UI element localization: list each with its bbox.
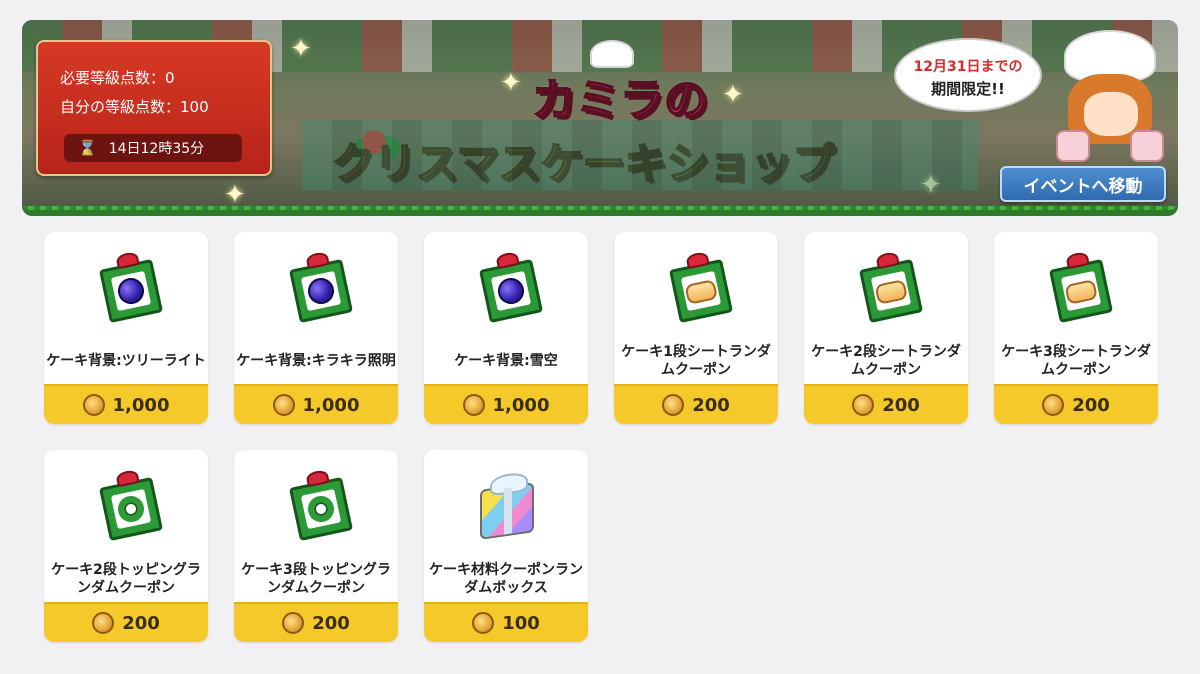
coupon-cake-icon [668, 250, 734, 324]
coin-icon [282, 612, 305, 634]
coin-icon [852, 394, 875, 416]
coin-icon [462, 394, 485, 416]
item-price: 1,000 [492, 394, 550, 416]
limited-time-bubble: 12月31日までの 期間限定!! [894, 38, 1042, 112]
price-bar: 200 [614, 384, 778, 424]
item-name: ケーキ背景:キラキラ照明 [236, 353, 396, 369]
holly-icon [362, 130, 386, 154]
shop-item-card[interactable]: ケーキ背景:雪空 1,000 [424, 232, 588, 424]
item-name: ケーキ3段シートランダムクーポン [1001, 344, 1151, 378]
price-bar: 200 [804, 384, 968, 424]
go-to-event-button[interactable]: イベントへ移動 [1000, 166, 1166, 202]
coupon-wreath-icon [288, 468, 354, 542]
coin-icon [472, 612, 495, 634]
coupon-orb-icon [288, 250, 354, 324]
sparkle-icon: ✦ [920, 170, 942, 200]
gift-box-icon [480, 482, 534, 540]
shop-item-card[interactable]: ケーキ3段シートランダムクーポン 200 [994, 232, 1158, 424]
price-bar: 200 [44, 602, 208, 642]
item-name: ケーキ1段シートランダムクーポン [621, 344, 771, 378]
item-price: 200 [882, 394, 920, 416]
banner-title: カミラの クリスマスケーキショップ [322, 40, 902, 200]
price-bar: 200 [994, 384, 1158, 424]
hourglass-icon: ⌛ [78, 139, 97, 157]
coin-icon [82, 394, 105, 416]
camilla-character-illustration [1050, 30, 1170, 180]
timer-text: 14日12時35分 [108, 141, 205, 157]
shop-item-card[interactable]: ケーキ背景:キラキラ照明 1,000 [234, 232, 398, 424]
item-price: 200 [692, 394, 730, 416]
countdown-timer: ⌛ 14日12時35分 [64, 134, 242, 162]
item-price: 200 [312, 612, 350, 634]
shop-item-card[interactable]: ケーキ材料クーポンランダムボックス 100 [424, 450, 588, 642]
price-bar: 1,000 [234, 384, 398, 424]
shop-item-card[interactable]: ケーキ2段トッピングランダムクーポン 200 [44, 450, 208, 642]
price-bar: 1,000 [44, 384, 208, 424]
limited-label-text: 期間限定!! [931, 80, 1005, 98]
shop-item-card[interactable]: ケーキ3段トッピングランダムクーポン 200 [234, 450, 398, 642]
sparkle-icon: ✦ [290, 34, 312, 64]
shop-item-card[interactable]: ケーキ背景:ツリーライト 1,000 [44, 232, 208, 424]
item-name: ケーキ背景:雪空 [454, 353, 558, 369]
coupon-cake-icon [858, 250, 924, 324]
item-price: 100 [502, 612, 540, 634]
item-name: ケーキ3段トッピングランダムクーポン [241, 562, 391, 596]
sparkle-icon: ✦ [224, 180, 246, 210]
coupon-cake-icon [1048, 250, 1114, 324]
coin-icon [662, 394, 685, 416]
coupon-orb-icon [98, 250, 164, 324]
item-price: 200 [122, 612, 160, 634]
points-info-box: 必要等級点数：0 自分の等級点数：100 ⌛ 14日12時35分 [36, 40, 272, 176]
coin-icon [92, 612, 115, 634]
title-line-1: カミラの [531, 74, 709, 127]
coupon-orb-icon [478, 250, 544, 324]
price-bar: 100 [424, 602, 588, 642]
limited-date-text: 12月31日までの [913, 59, 1023, 75]
my-points-label: 自分の等級点数：100 [60, 98, 209, 116]
item-price: 200 [1072, 394, 1110, 416]
title-line-2: クリスマスケーキショップ [331, 130, 836, 191]
shop-item-card[interactable]: ケーキ1段シートランダムクーポン 200 [614, 232, 778, 424]
shop-item-card[interactable]: ケーキ2段シートランダムクーポン 200 [804, 232, 968, 424]
event-banner: 必要等級点数：0 自分の等級点数：100 ⌛ 14日12時35分 ✦ ✦ ✦ ✦… [22, 20, 1178, 216]
item-name: ケーキ2段トッピングランダムクーポン [51, 562, 201, 596]
garland-decoration [22, 206, 1178, 210]
coin-icon [272, 394, 295, 416]
coin-icon [1042, 394, 1065, 416]
item-price: 1,000 [302, 394, 360, 416]
item-name: ケーキ材料クーポンランダムボックス [429, 562, 583, 596]
item-name: ケーキ2段シートランダムクーポン [811, 344, 961, 378]
price-bar: 200 [234, 602, 398, 642]
item-price: 1,000 [112, 394, 170, 416]
item-name: ケーキ背景:ツリーライト [46, 353, 206, 369]
price-bar: 1,000 [424, 384, 588, 424]
required-points-label: 必要等級点数：0 [60, 69, 175, 87]
coupon-wreath-icon [98, 468, 164, 542]
